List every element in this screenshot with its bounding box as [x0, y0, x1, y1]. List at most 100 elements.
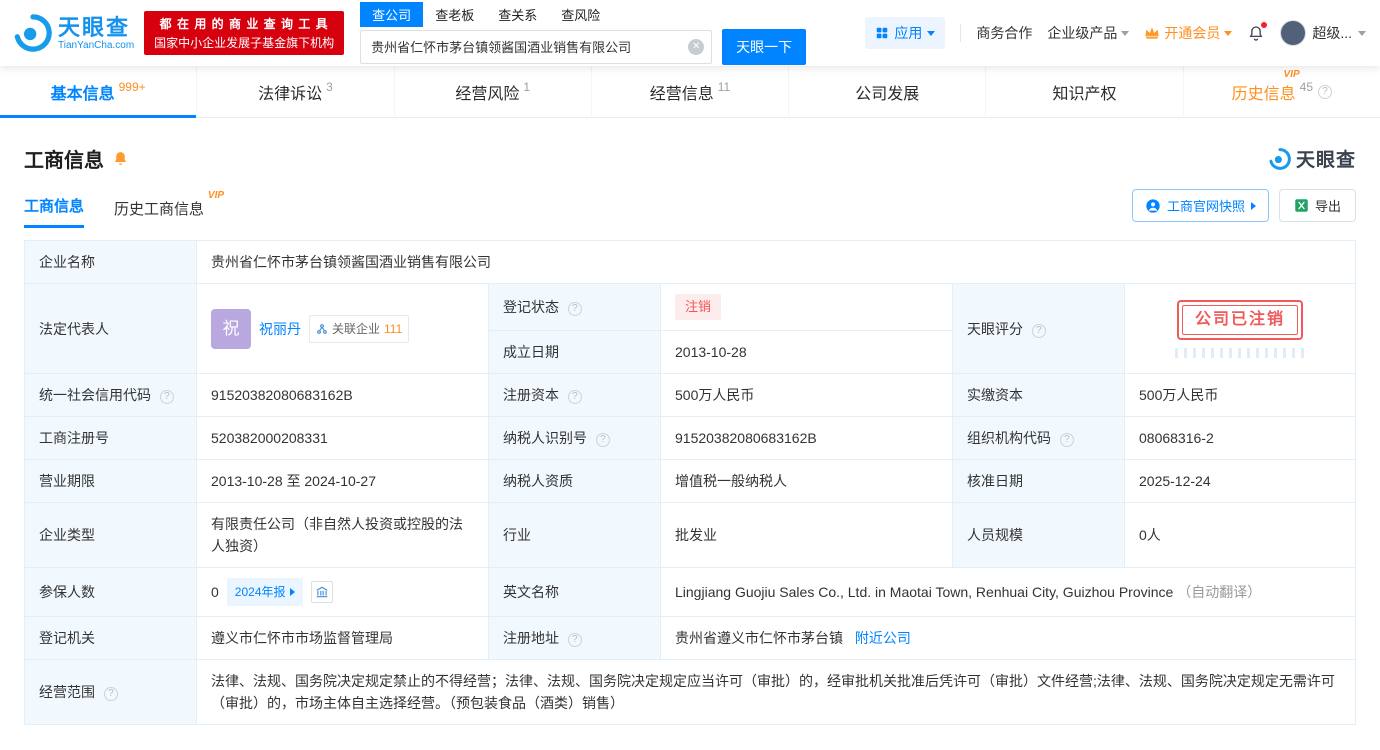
user-avatar: [1280, 20, 1307, 46]
chevron-down-icon: [1358, 30, 1366, 36]
address-text: 贵州省遵义市仁怀市茅台镇: [675, 630, 843, 646]
export-label: 导出: [1314, 199, 1341, 214]
value-insured-count: 0 2024年报: [196, 567, 489, 617]
tianyancha-logo[interactable]: 天眼查 TianYanCha.com: [14, 14, 134, 52]
tab-label: 经营风险: [455, 85, 520, 103]
legal-rep-avatar[interactable]: 祝: [211, 308, 251, 349]
nav-enterprise-label: 企业级产品: [1047, 25, 1118, 41]
subtab-history-business-info[interactable]: VIP 历史工商信息: [114, 190, 224, 228]
value-approval-date: 2025-12-24: [1124, 459, 1356, 503]
legal-rep-name-link[interactable]: 祝丽丹: [259, 318, 301, 340]
help-icon[interactable]: [567, 633, 582, 647]
nearby-companies-link[interactable]: 附近公司: [855, 630, 911, 646]
company-cancelled-stamp: 公司已注销: [1176, 299, 1303, 340]
label-reg-number: 工商注册号: [24, 416, 197, 460]
tab-history-info[interactable]: VIP 历史信息 45: [1184, 66, 1380, 117]
tab-basic-info[interactable]: 基本信息 999+: [0, 66, 198, 118]
official-snapshot-button[interactable]: 工商官网快照: [1131, 189, 1269, 222]
official-snapshot-label: 工商官网快照: [1166, 199, 1245, 214]
help-icon[interactable]: [1031, 323, 1046, 338]
tab-company-development[interactable]: 公司发展: [789, 66, 987, 117]
label-industry: 行业: [488, 502, 661, 568]
tab-count: 3: [326, 79, 333, 94]
tab-intellectual-property[interactable]: 知识产权: [986, 66, 1184, 117]
nav-open-vip-label: 开通会员: [1164, 25, 1221, 41]
tab-label: 基本信息: [50, 85, 115, 103]
company-section-tabs: 基本信息 999+ 法律诉讼 3 经营风险 1 经营信息 11 公司发展 知识产…: [0, 66, 1380, 118]
label-staff-size: 人员规模: [952, 502, 1125, 568]
tianyancha-logo-icon: [14, 14, 52, 52]
table-row: 营业期限 2013-10-28 至 2024-10-27 纳税人资质 增值税一般…: [24, 459, 1356, 503]
nav-open-vip[interactable]: 开通会员: [1144, 23, 1233, 43]
search-tab-relation[interactable]: 查关系: [486, 2, 549, 27]
help-icon[interactable]: [567, 302, 582, 316]
watermark-logo-text: 天眼查: [1295, 150, 1356, 171]
search-tab-company[interactable]: 查公司: [360, 1, 424, 27]
subtab-bar: 工商信息 VIP 历史工商信息 工商官网快照 导出: [24, 189, 1356, 228]
value-tyc-score: 公司已注销: [1124, 283, 1356, 374]
help-icon[interactable]: [567, 390, 582, 404]
table-row: 工商注册号 520382000208331 纳税人识别号 91520382080…: [24, 416, 1356, 460]
help-icon[interactable]: [595, 433, 610, 447]
search-button[interactable]: 天眼一下: [722, 28, 807, 65]
nav-cooperation-label: 商务合作: [976, 25, 1033, 41]
subtab-label: 工商信息: [24, 198, 85, 215]
label-legal-rep: 法定代表人: [24, 283, 197, 374]
tab-label: 经营信息: [649, 85, 714, 103]
notification-dot: [1261, 22, 1268, 28]
apps-menu[interactable]: 应用: [865, 17, 946, 49]
value-english-name: Lingjiang Guojiu Sales Co., Ltd. in Maot…: [660, 567, 1356, 617]
table-row: 法定代表人 祝 祝丽丹 关联企业 111 登记状态 ? 注销 天眼评分 ? 公司…: [24, 283, 1356, 374]
annual-report-tag[interactable]: 2024年报: [226, 578, 303, 606]
auto-translate-note: （自动翻译）: [1177, 584, 1262, 600]
help-icon[interactable]: [103, 687, 118, 701]
subtab-actions: 工商官网快照 导出: [1131, 189, 1356, 228]
value-org-code: 08068316-2: [1124, 416, 1356, 460]
tab-count: 999+: [118, 79, 146, 94]
label-approval-date: 核准日期: [952, 459, 1125, 503]
help-icon[interactable]: [1059, 433, 1074, 447]
value-paid-capital: 500万人民币: [1124, 373, 1356, 417]
related-companies-tag[interactable]: 关联企业 111: [309, 314, 410, 343]
arrow-right-icon: [289, 588, 295, 596]
subscribe-bell-icon[interactable]: [112, 150, 129, 167]
main-content: 工商信息 天眼查 工商信息 VIP 历史工商信息 工商官网快照 导出 企业名称 …: [0, 144, 1380, 725]
stamp-text: 公司已注销: [1181, 304, 1298, 335]
top-right-nav: 应用 商务合作 企业级产品 开通会员 超级...: [865, 17, 1366, 49]
search-tab-risk[interactable]: 查风险: [549, 2, 612, 27]
promo-banner: 都 在 用 的 商 业 查 询 工 具 国家中小企业发展子基金旗下机构: [144, 11, 345, 55]
value-legal-rep: 祝 祝丽丹 关联企业 111: [196, 283, 489, 374]
subtab-business-info[interactable]: 工商信息: [24, 195, 85, 228]
value-taxpayer-quality: 增值税一般纳税人: [660, 459, 953, 503]
notifications-bell[interactable]: [1247, 22, 1268, 42]
user-account-menu[interactable]: 超级...: [1280, 20, 1366, 46]
search-input[interactable]: [360, 29, 713, 64]
value-reg-status: 注销: [660, 283, 953, 331]
nav-enterprise-products[interactable]: 企业级产品: [1047, 23, 1130, 43]
crown-icon: [1145, 27, 1159, 39]
tab-label: 法律诉讼: [258, 85, 323, 103]
export-button[interactable]: 导出: [1278, 189, 1356, 222]
tab-legal-litigation[interactable]: 法律诉讼 3: [197, 66, 395, 117]
help-icon[interactable]: [1318, 84, 1333, 99]
business-info-table: 企业名称 贵州省仁怀市茅台镇领酱国酒业销售有限公司 法定代表人 祝 祝丽丹 关联…: [24, 240, 1356, 725]
table-row: 统一社会信用代码 91520382080683162B 注册资本 500万人民币…: [24, 373, 1356, 417]
nav-cooperation[interactable]: 商务合作: [976, 23, 1032, 43]
tab-operation-info[interactable]: 经营信息 11: [592, 66, 790, 117]
search-box: [360, 29, 713, 64]
label-english-name: 英文名称: [488, 567, 661, 617]
tab-label: 知识产权: [1052, 85, 1117, 103]
value-reg-authority: 遵义市仁怀市市场监督管理局: [196, 616, 489, 660]
tab-count: 1: [523, 79, 531, 94]
social-security-button[interactable]: [310, 581, 333, 603]
tab-label: 历史信息: [1231, 85, 1296, 103]
label-text: 组织机构代码: [967, 430, 1051, 446]
english-name-text: Lingjiang Guojiu Sales Co., Ltd. in Maot…: [675, 584, 1174, 600]
label-reg-capital: 注册资本: [488, 373, 661, 417]
value-reg-number: 520382000208331: [196, 416, 489, 460]
search-tab-boss[interactable]: 查老板: [423, 2, 486, 27]
tab-operation-risk[interactable]: 经营风险 1: [395, 66, 592, 117]
promo-line-2: 国家中小企业发展子基金旗下机构: [154, 36, 335, 50]
help-icon[interactable]: [159, 390, 174, 404]
clear-icon[interactable]: [688, 38, 705, 55]
